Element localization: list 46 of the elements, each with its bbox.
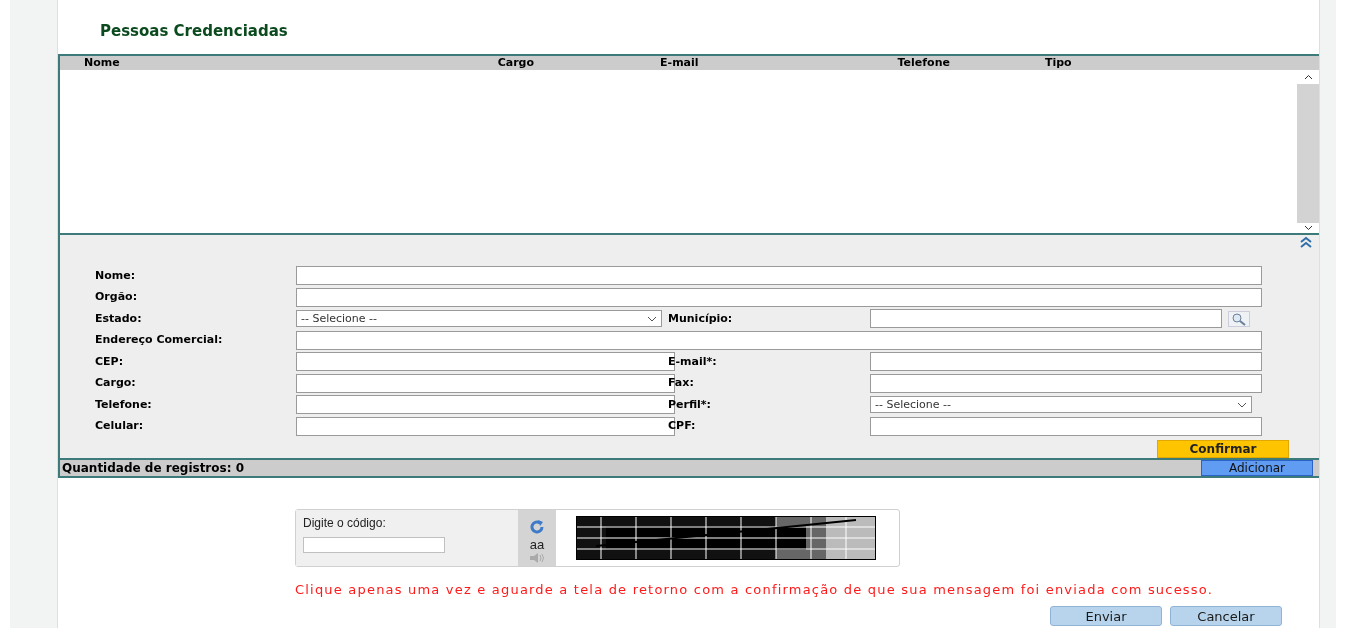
form-button[interactable]: Cancelar: [1170, 606, 1282, 626]
chevron-down-icon[interactable]: [1303, 225, 1313, 231]
field-label: Estado:: [95, 310, 143, 327]
field-label: Perfil*:: [668, 396, 713, 413]
chevron-up-icon[interactable]: [1303, 74, 1313, 80]
field-label: Telefone:: [95, 396, 153, 413]
field-label: E-mail*:: [668, 353, 718, 370]
column-header: Nome: [84, 56, 120, 70]
select-field[interactable]: -- Selecione --: [870, 396, 1252, 414]
chevron-down-icon: [647, 315, 657, 322]
text-field[interactable]: [296, 330, 1262, 350]
section-title: Pessoas Credenciadas: [100, 20, 288, 42]
form-button[interactable]: Enviar: [1050, 606, 1162, 626]
field-label: CEP:: [95, 353, 125, 370]
field-label: Celular:: [95, 418, 145, 434]
captcha-label: Digite o código:: [303, 515, 387, 532]
field-label: CPF:: [668, 418, 697, 434]
refresh-icon[interactable]: [529, 520, 545, 534]
column-header: Telefone: [897, 56, 950, 70]
confirm-button[interactable]: Confirmar: [1157, 440, 1289, 458]
search-icon[interactable]: [1228, 310, 1250, 327]
text-field[interactable]: [870, 373, 1262, 393]
collapse-icon[interactable]: [1299, 236, 1313, 248]
notice-text: Clique apenas uma vez e aguarde a tela de retorno com a confirmação de que sua mensagem foi enviada com sucesso.: [295, 583, 1215, 596]
select-field[interactable]: -- Selecione --: [296, 310, 662, 328]
field-label: Município:: [668, 310, 734, 327]
field-label: Endereço Comercial:: [95, 332, 224, 348]
column-header: E-mail: [660, 56, 699, 70]
field-label: Cargo:: [95, 375, 137, 391]
text-field[interactable]: [870, 352, 1262, 372]
field-label: Nome:: [95, 267, 137, 284]
add-button[interactable]: Adicionar: [1201, 460, 1313, 476]
column-header: Tipo: [1044, 56, 1072, 70]
text-field[interactable]: [870, 416, 1262, 436]
text-field[interactable]: [870, 309, 1222, 329]
speaker-icon[interactable]: [529, 552, 545, 564]
captcha-field[interactable]: [303, 537, 445, 553]
scrollbar[interactable]: [1297, 70, 1319, 233]
field-label: Orgão:: [95, 289, 139, 305]
audio-link[interactable]: aa: [529, 538, 545, 551]
record-count: Quantidade de registros: 0: [61, 460, 244, 477]
field-label: Fax:: [668, 375, 695, 391]
chevron-down-icon: [1237, 401, 1247, 408]
column-header: Cargo: [497, 56, 535, 70]
text-field[interactable]: [296, 287, 1262, 307]
text-field[interactable]: [296, 266, 1262, 286]
